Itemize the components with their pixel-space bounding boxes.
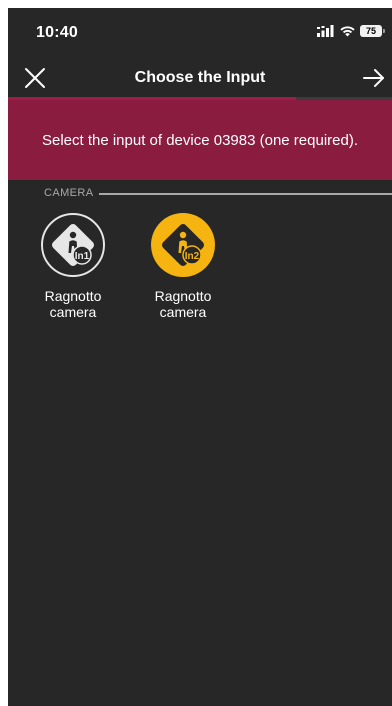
input-option-in2[interactable]: In2 Ragnotto camera — [140, 212, 226, 320]
status-time: 10:40 — [36, 24, 78, 41]
cellular-signal-icon — [317, 25, 334, 37]
status-bar: 10:40 75 — [8, 8, 392, 52]
page-title: Choose the Input — [134, 69, 266, 86]
camera-input-in2-icon: In2 — [151, 213, 215, 277]
input-label: Ragnotto camera — [140, 288, 226, 320]
badge-in1: In1 — [75, 251, 90, 262]
input-label: Ragnotto camera — [30, 288, 116, 320]
input-label-line2: camera — [159, 304, 207, 320]
status-icons: 75 — [317, 25, 385, 37]
app-screen: 10:40 75 Choose the Input Select the inp… — [8, 8, 392, 706]
badge-in2: In2 — [185, 251, 200, 262]
input-label-line1: Ragnotto — [154, 288, 212, 304]
input-option-in1[interactable]: In1 Ragnotto camera — [30, 212, 116, 320]
camera-input-in1-icon: In1 — [41, 213, 105, 277]
page: 10:40 75 Choose the Input Select the inp… — [0, 0, 392, 706]
wifi-icon — [340, 26, 355, 37]
navigation-bar: Choose the Input — [8, 58, 392, 98]
section-divider — [99, 192, 392, 195]
input-label-line1: Ragnotto — [44, 288, 102, 304]
instruction-banner: Select the input of device 03983 (one re… — [8, 100, 392, 180]
section-label: CAMERA — [44, 187, 94, 199]
section-header: CAMERA — [44, 187, 392, 199]
input-label-line2: camera — [49, 304, 97, 320]
instruction-text: Select the input of device 03983 (one re… — [41, 131, 359, 149]
battery-indicator: 75 — [360, 25, 385, 37]
arrow-right-icon[interactable] — [362, 66, 386, 90]
